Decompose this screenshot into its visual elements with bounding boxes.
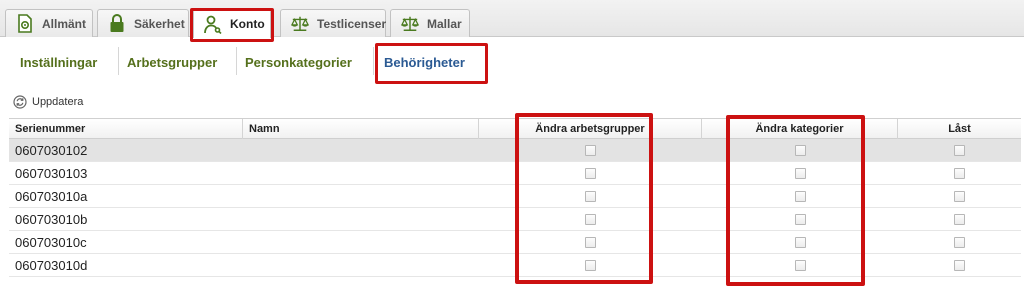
locked-cell: [898, 185, 1021, 208]
highlight-box-andra-kategorier: [726, 115, 865, 286]
locked-checkbox[interactable]: [954, 260, 965, 271]
refresh-button[interactable]: Uppdatera: [13, 95, 83, 109]
tab-label: Allmänt: [42, 16, 87, 31]
locked-cell: [898, 231, 1021, 254]
column-header-last[interactable]: Låst: [898, 119, 1021, 139]
subnav-installningar[interactable]: Inställningar: [20, 55, 97, 70]
subnav-personkategorier[interactable]: Personkategorier: [245, 55, 352, 70]
serial-number-cell: 0607030103: [15, 166, 88, 181]
refresh-icon: [13, 95, 27, 109]
tab-label: Mallar: [427, 16, 462, 31]
serial-number-cell: 0607030102: [15, 143, 88, 158]
column-header-namn[interactable]: Namn: [243, 119, 479, 139]
refresh-label: Uppdatera: [32, 96, 84, 108]
tab-label: Testlicenser: [317, 16, 387, 31]
locked-cell: [898, 162, 1021, 185]
subnav-divider: [236, 47, 237, 75]
locked-cell: [898, 139, 1021, 162]
scales-icon: [291, 14, 309, 34]
highlight-box-behorigheter: [375, 43, 488, 84]
subnav-divider: [118, 47, 119, 75]
locked-cell: [898, 254, 1021, 277]
name-cell: [243, 208, 479, 231]
scales-icon: [401, 14, 419, 34]
name-cell: [243, 254, 479, 277]
tab-mallar[interactable]: Mallar: [390, 9, 470, 37]
tab-label: Säkerhet: [134, 16, 185, 31]
name-cell: [243, 231, 479, 254]
subnav-arbetsgrupper[interactable]: Arbetsgrupper: [127, 55, 217, 70]
name-cell: [243, 185, 479, 208]
locked-checkbox[interactable]: [954, 168, 965, 179]
locked-checkbox[interactable]: [954, 145, 965, 156]
padlock-icon: [108, 14, 126, 34]
tab-allmant[interactable]: Allmänt: [5, 9, 93, 37]
highlight-box-konto: [190, 8, 274, 42]
serial-number-cell: 060703010b: [15, 212, 88, 227]
locked-checkbox[interactable]: [954, 214, 965, 225]
column-header-serienummer[interactable]: Serienummer: [9, 119, 243, 139]
tab-testlicenser[interactable]: Testlicenser: [280, 9, 386, 37]
name-cell: [243, 162, 479, 185]
subnav-divider: [373, 47, 374, 75]
locked-cell: [898, 208, 1021, 231]
tab-bar: Allmänt Säkerhet Konto Testlicenser Mall…: [0, 0, 1024, 38]
locked-checkbox[interactable]: [954, 237, 965, 248]
serial-number-cell: 060703010d: [15, 258, 88, 273]
document-gear-icon: [16, 14, 34, 34]
serial-number-cell: 060703010c: [15, 235, 87, 250]
locked-checkbox[interactable]: [954, 191, 965, 202]
name-cell: [243, 139, 479, 162]
tab-sakerhet[interactable]: Säkerhet: [97, 9, 189, 37]
highlight-box-andra-arbetsgrupper: [515, 113, 653, 284]
serial-number-cell: 060703010a: [15, 189, 88, 204]
